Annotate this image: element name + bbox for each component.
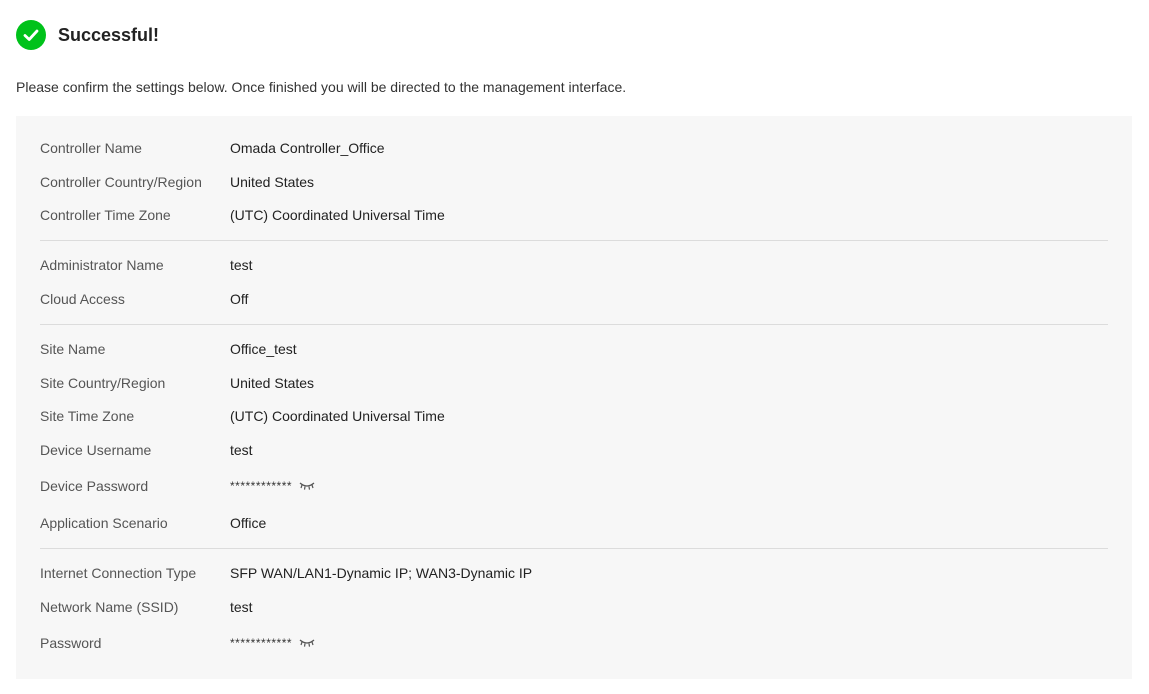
controller-timezone-row: Controller Time Zone (UTC) Coordinated U… — [40, 205, 445, 225]
application-scenario-row: Application Scenario Office — [40, 513, 266, 533]
device-username-value: test — [230, 442, 253, 458]
connection-type-value: SFP WAN/LAN1-Dynamic IP; WAN3-Dynamic IP — [230, 565, 533, 581]
cloud-access-value: Off — [230, 291, 249, 307]
confirm-settings-page: Successful! Please confirm the settings … — [0, 0, 1149, 694]
cloud-access-label: Cloud Access — [40, 291, 125, 307]
eye-closed-icon[interactable] — [299, 481, 315, 491]
intro-text: Please confirm the settings below. Once … — [16, 79, 627, 95]
site-name-value: Office_test — [230, 341, 297, 357]
site-country-row: Site Country/Region United States — [40, 373, 314, 393]
controller-name-value: Omada Controller_Office — [230, 140, 385, 156]
controller-country-row: Controller Country/Region United States — [40, 172, 314, 192]
controller-timezone-value: (UTC) Coordinated Universal Time — [230, 207, 445, 223]
admin-name-value: test — [230, 257, 253, 273]
site-name-row: Site Name Office_test — [40, 339, 297, 359]
device-password-label: Device Password — [40, 478, 149, 494]
application-scenario-value: Office — [230, 515, 267, 531]
ssid-row: Network Name (SSID) test — [40, 597, 253, 617]
wifi-password-label: Password — [40, 635, 102, 651]
controller-country-value: United States — [230, 174, 315, 190]
site-country-value: United States — [230, 375, 315, 391]
device-password-masked: ************ — [230, 479, 293, 493]
device-username-label: Device Username — [40, 442, 152, 458]
site-country-label: Site Country/Region — [40, 375, 166, 391]
site-timezone-value: (UTC) Coordinated Universal Time — [230, 408, 445, 424]
device-password-value: ************ — [230, 479, 315, 493]
admin-name-label: Administrator Name — [40, 257, 164, 273]
wifi-password-masked: ************ — [230, 636, 293, 650]
check-circle-icon — [16, 20, 46, 50]
controller-name-row: Controller Name Omada Controller_Office — [40, 138, 385, 158]
eye-closed-icon[interactable] — [299, 638, 315, 648]
controller-name-label: Controller Name — [40, 140, 142, 156]
connection-type-label: Internet Connection Type — [40, 565, 197, 581]
cloud-access-row: Cloud Access Off — [40, 289, 248, 309]
section-divider — [40, 548, 1108, 549]
site-timezone-row: Site Time Zone (UTC) Coordinated Univers… — [40, 406, 445, 426]
site-timezone-label: Site Time Zone — [40, 408, 135, 424]
application-scenario-label: Application Scenario — [40, 515, 168, 531]
section-divider — [40, 324, 1108, 325]
controller-country-label: Controller Country/Region — [40, 174, 202, 190]
wifi-password-row: Password ************ — [40, 633, 315, 653]
site-name-label: Site Name — [40, 341, 106, 357]
section-divider — [40, 240, 1108, 241]
success-title: Successful! — [58, 24, 160, 45]
ssid-value: test — [230, 599, 253, 615]
success-header: Successful! — [16, 20, 159, 50]
settings-summary-panel: Controller Name Omada Controller_Office … — [16, 116, 1132, 679]
admin-name-row: Administrator Name test — [40, 255, 253, 275]
connection-type-row: Internet Connection Type SFP WAN/LAN1-Dy… — [40, 563, 532, 583]
device-username-row: Device Username test — [40, 440, 253, 460]
controller-timezone-label: Controller Time Zone — [40, 207, 171, 223]
device-password-row: Device Password ************ — [40, 476, 315, 496]
ssid-label: Network Name (SSID) — [40, 599, 179, 615]
wifi-password-value: ************ — [230, 636, 315, 650]
